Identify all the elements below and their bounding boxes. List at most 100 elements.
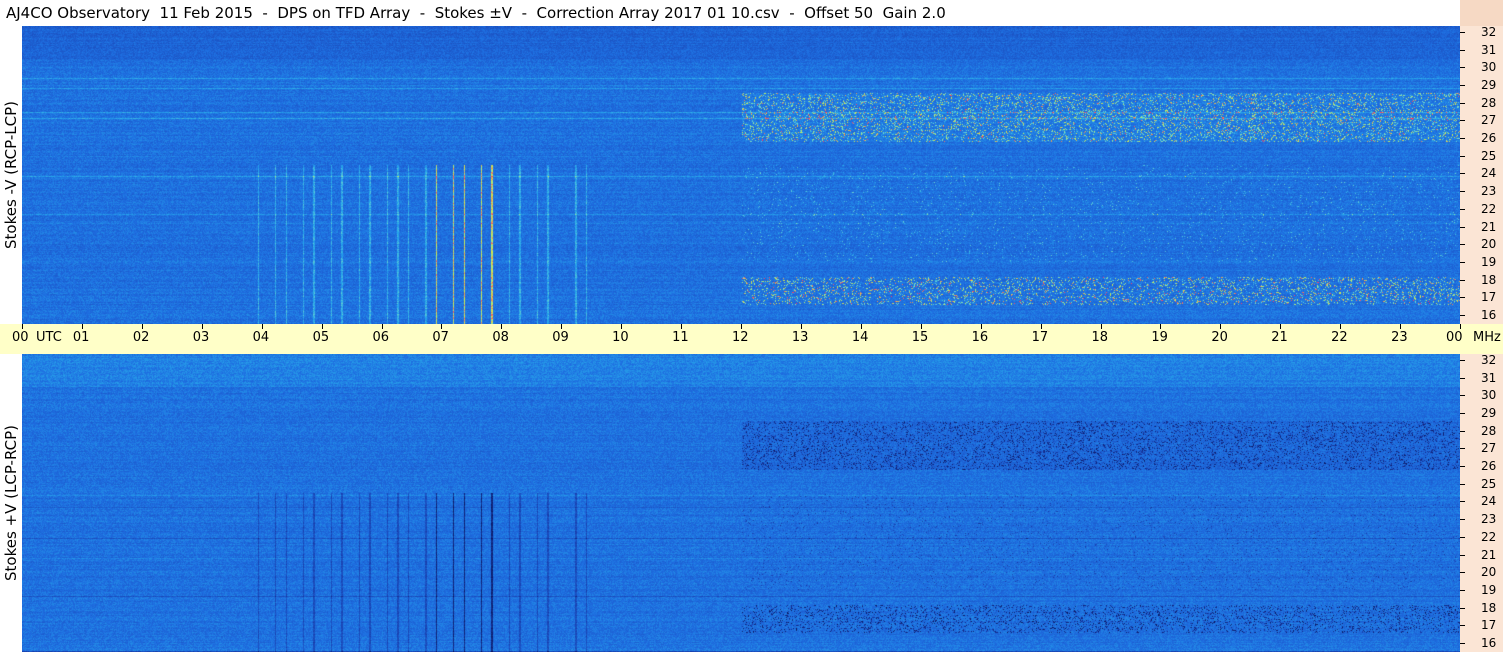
freq-tick-label: 17 [1481, 618, 1497, 633]
time-tick [741, 324, 742, 329]
time-tick [1280, 324, 1282, 329]
freq-tick-label: 29 [1481, 406, 1497, 421]
freq-tick-label: 19 [1481, 582, 1497, 597]
lower-freq-axis: 16 17 18 19 20 21 22 23 24 25 26 27 28 29 30 31 32 [1460, 353, 1503, 652]
freq-tick [1460, 572, 1465, 574]
lower-spectrogram [22, 354, 1460, 652]
upper-ylabel: Stokes -V (RCP-LCP) [0, 26, 22, 324]
time-tick [1100, 324, 1102, 329]
freq-tick-label: 25 [1481, 476, 1497, 491]
freq-tick [1460, 49, 1465, 51]
freq-tick-label: 32 [1481, 353, 1497, 367]
freq-tick-label: 31 [1481, 42, 1497, 57]
freq-tick-label: 21 [1481, 219, 1497, 234]
freq-tick-label: 17 [1481, 290, 1497, 305]
time-tick-label: 08 [492, 330, 509, 345]
time-tick-label: 00 [1446, 330, 1463, 345]
freq-tick [1460, 173, 1465, 175]
freq-tick [1460, 208, 1465, 210]
time-tick-label: 01 [72, 330, 90, 345]
time-tick-label: 13 [791, 330, 809, 345]
time-tick [1160, 324, 1162, 329]
freq-tick-label: 24 [1481, 166, 1497, 181]
freq-tick-label: 19 [1481, 254, 1497, 269]
freq-tick [1460, 32, 1465, 33]
time-tick-label: 22 [1331, 330, 1348, 345]
time-tick [441, 324, 443, 329]
time-tick-label: 10 [612, 330, 629, 345]
freq-tick-label: 26 [1481, 459, 1497, 474]
freq-tick-label: 20 [1481, 565, 1497, 580]
upper-ylabel-text: Stokes -V (RCP-LCP) [2, 101, 20, 249]
time-tick-label: 07 [432, 330, 449, 345]
freq-tick [1460, 554, 1465, 556]
time-tick [381, 324, 383, 329]
freq-tick [1460, 430, 1465, 432]
freq-tick [1460, 377, 1465, 379]
freq-tick [1460, 191, 1465, 193]
freq-tick-label: 32 [1481, 25, 1497, 39]
freq-tick [1460, 395, 1465, 397]
time-tick-label: 11 [672, 330, 689, 345]
freq-tick [1460, 279, 1465, 281]
freq-tick-label: 24 [1481, 494, 1497, 509]
time-tick [561, 324, 563, 329]
freq-tick-label: 21 [1481, 547, 1497, 562]
time-tick-label: 02 [132, 330, 150, 345]
time-tick [1220, 324, 1222, 329]
freq-tick [1460, 226, 1465, 228]
lower-ylabel-text: Stokes +V (LCP-RCP) [2, 425, 20, 581]
freq-tick-label: 18 [1481, 600, 1497, 615]
time-tick-label: 06 [372, 330, 390, 345]
freq-tick [1460, 413, 1465, 415]
time-tick-label: 04 [252, 330, 270, 345]
freq-unit-label: MHz [1473, 330, 1501, 345]
time-tick-label: 18 [1091, 330, 1109, 345]
time-tick [261, 324, 263, 329]
freq-tick [1460, 261, 1465, 263]
chart-title: AJ4CO Observatory 11 Feb 2015 - DPS on T… [0, 0, 1460, 26]
freq-tick-label: 28 [1481, 95, 1497, 110]
freq-tick-label: 16 [1481, 307, 1497, 322]
freq-tick [1460, 102, 1465, 104]
freq-tick [1460, 589, 1465, 591]
freq-tick-label: 22 [1481, 529, 1497, 544]
time-tick [1460, 324, 1461, 329]
time-tick [1400, 324, 1402, 329]
freq-tick-label: 29 [1481, 78, 1497, 93]
time-tick [501, 324, 503, 329]
time-tick [201, 324, 203, 329]
axis-corner [1460, 0, 1503, 26]
time-tick-label: 19 [1151, 330, 1168, 345]
time-tick-label: 14 [851, 330, 869, 345]
time-tick-label: 21 [1271, 330, 1288, 345]
freq-tick-label: 26 [1481, 131, 1497, 146]
freq-tick [1460, 155, 1465, 157]
time-tick-label: 09 [552, 330, 569, 345]
freq-tick-label: 23 [1481, 184, 1497, 199]
freq-tick-label: 30 [1481, 60, 1497, 75]
freq-tick [1460, 642, 1465, 644]
time-tick [621, 324, 623, 329]
time-tick-label: 12 [732, 330, 749, 345]
time-tick [1340, 324, 1342, 329]
time-tick [22, 324, 23, 329]
freq-tick-label: 20 [1481, 237, 1497, 252]
freq-tick [1460, 448, 1465, 450]
freq-tick [1460, 360, 1465, 361]
time-tick [980, 324, 982, 329]
time-tick [681, 324, 683, 329]
lower-ylabel: Stokes +V (LCP-RCP) [0, 354, 22, 652]
time-tick [141, 324, 143, 329]
freq-tick [1460, 297, 1465, 299]
freq-tick [1460, 519, 1465, 521]
time-tick [800, 324, 802, 329]
freq-tick-label: 23 [1481, 512, 1497, 527]
time-tick [1040, 324, 1042, 329]
freq-tick-label: 27 [1481, 441, 1497, 456]
time-axis: 00 01 02 03 04 05 06 07 08 09 10 11 12 13 14 15 16 17 18 19… [0, 324, 1503, 354]
time-tick-label: 00 [12, 330, 29, 345]
freq-tick [1460, 536, 1465, 538]
freq-tick-label: 31 [1481, 370, 1497, 385]
freq-tick-label: 22 [1481, 201, 1497, 216]
